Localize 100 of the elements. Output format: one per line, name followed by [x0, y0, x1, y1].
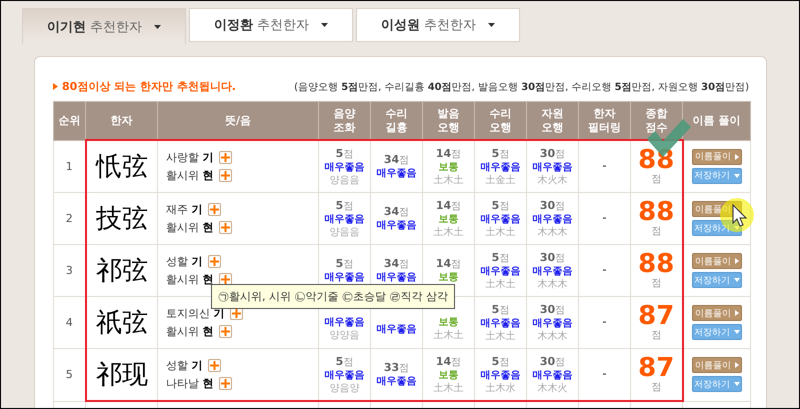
meaning-text: 활시위 현	[166, 272, 214, 287]
score-text: 30점	[538, 354, 566, 368]
column-header: 순위	[54, 102, 86, 140]
grade-text: 보통	[438, 212, 460, 226]
element-text: 土木水	[484, 382, 516, 394]
grade-text: 매우좋음	[532, 316, 574, 330]
total-score: 88	[637, 147, 676, 173]
score-text: 14점	[434, 257, 462, 271]
meaning-text: 활시위 현	[166, 168, 214, 183]
unit-text: 점	[650, 277, 662, 290]
grade-text: 매우좋음	[532, 264, 574, 278]
element-text: 양양음	[328, 329, 360, 342]
element-text: 木木木	[536, 226, 568, 238]
score-text: 34점	[382, 257, 410, 271]
element-text: 양음음	[328, 226, 360, 238]
hanja-text: 技弦	[96, 204, 148, 234]
score-text: 14점	[434, 354, 462, 368]
element-text: 木木火	[536, 382, 568, 394]
hanja-text: 祁现	[96, 360, 148, 390]
score-text: 34점	[382, 205, 410, 219]
score-text: 30점	[538, 302, 566, 316]
action-button[interactable]: 이름풀이	[692, 305, 742, 321]
score-text: 5점	[490, 146, 510, 160]
element-text: 土金土	[484, 174, 516, 186]
action-button[interactable]: 저장하기	[692, 220, 742, 236]
action-button[interactable]: 이름풀이	[692, 148, 742, 165]
grade-text: 매우좋음	[376, 322, 418, 336]
meaning-text: 활시위 현	[166, 220, 214, 235]
unit-text: 점	[650, 329, 662, 342]
meaning-text: 성할 기	[166, 358, 202, 373]
total-score: 88	[637, 199, 676, 225]
unit-text: 점	[650, 225, 662, 238]
hanja-text: 忯弦	[96, 152, 148, 182]
tab[interactable]: 이기현 추천한자	[22, 8, 186, 44]
filter-text: -	[602, 265, 607, 276]
element-text: 土木土	[432, 174, 464, 186]
element-text: 木木木	[536, 330, 568, 342]
tooltip: ㉠활시위, 시위 ㉡악기줄 ㉢초승달 ㉣직각 삼각	[211, 284, 455, 309]
element-text: 양음양	[328, 382, 360, 394]
meaning-text: 활시위 현	[166, 324, 214, 339]
score-text: 30점	[538, 198, 566, 212]
element-text: 土木土	[432, 329, 464, 342]
rank-cell: 1	[54, 140, 86, 192]
action-button[interactable]: 이름풀이	[692, 253, 742, 269]
score-text: 14점	[434, 146, 462, 160]
unit-text: 점	[650, 173, 662, 186]
tab[interactable]: 이정환 추천한자	[189, 8, 353, 42]
element-text: 土木土	[432, 226, 464, 238]
element-text: 木木木	[536, 278, 568, 290]
grade-text: 매우좋음	[324, 368, 366, 382]
action-button[interactable]: 저장하기	[692, 376, 742, 392]
element-text: 土木土	[484, 226, 516, 238]
rank-cell: 2	[54, 192, 86, 244]
score-text: 5점	[490, 250, 510, 264]
score-text: 5점	[334, 146, 354, 160]
hanja-text: 祇弦	[96, 308, 148, 338]
column-header: 자원 오행	[526, 102, 578, 140]
score-text: 5점	[334, 354, 354, 368]
grade-text: 보통	[438, 160, 460, 174]
grade-text: 보통	[438, 316, 460, 329]
action-button[interactable]: 이름풀이	[692, 357, 742, 374]
tab[interactable]: 이성원 추천한자	[356, 8, 520, 42]
score-text: 34점	[382, 153, 410, 167]
column-header: 수리 오행	[474, 102, 526, 140]
score-text: 5점	[334, 257, 354, 271]
score-text: 5점	[334, 198, 354, 212]
filter-text: -	[602, 161, 607, 172]
total-score: 87	[637, 303, 676, 329]
action-button[interactable]: 저장하기	[692, 324, 742, 340]
element-text: 土木土	[484, 330, 516, 342]
score-text: 30점	[538, 250, 566, 264]
grade-text: 매우좋음	[376, 219, 418, 232]
element-text: 木火木	[536, 174, 568, 186]
action-button[interactable]: 저장하기	[692, 272, 742, 288]
score-text: 5점	[490, 198, 510, 212]
grade-text: 매우좋음	[480, 368, 522, 382]
grade-text: 매우좋음	[324, 212, 366, 226]
column-header: 이름 풀이	[682, 102, 750, 140]
score-text: 5점	[490, 302, 510, 316]
total-score: 87	[637, 355, 676, 381]
column-header: 뜻/음	[158, 102, 318, 140]
column-header: 한자 필터링	[578, 102, 630, 140]
element-text: 土木土	[484, 278, 516, 290]
grade-text: 매우좋음	[324, 160, 366, 174]
grade-text: 매우좋음	[532, 160, 574, 174]
rank-cell: 3	[54, 244, 86, 296]
filter-text: -	[602, 213, 607, 224]
rank-cell: 4	[54, 296, 86, 348]
max-scores-note: (음양오행 5점만점, 수리길흉 40점만점, 발음오행 30점만점, 수리오행 5점만점, 자원오행 30점만점)	[294, 80, 749, 94]
filter-text: -	[602, 317, 607, 328]
element-text: 土木土	[432, 382, 464, 394]
action-button[interactable]: 저장하기	[692, 168, 742, 184]
score-text: 5점	[490, 354, 510, 368]
column-header: 음양 조화	[318, 102, 370, 140]
notice-text: 80점이상 되는 한자만 추천됩니다.	[62, 79, 236, 94]
meaning-text: 나타날 현	[166, 376, 214, 391]
filter-text: -	[602, 369, 607, 380]
hanja-text: 祁弦	[96, 256, 148, 286]
grade-text: 매우좋음	[324, 271, 366, 284]
unit-text: 점	[650, 381, 662, 394]
